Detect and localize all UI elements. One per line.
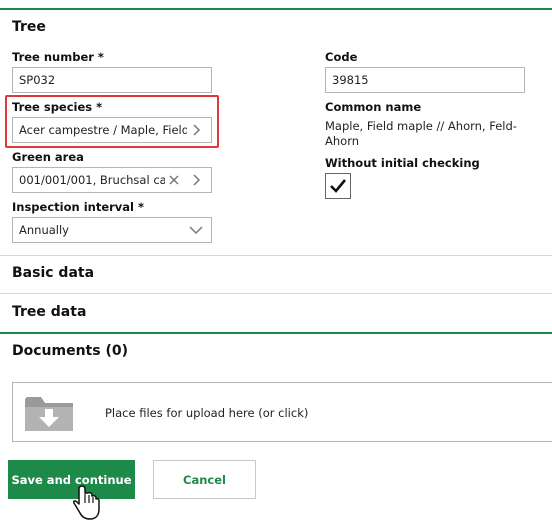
divider [0, 293, 552, 294]
without-initial-checking-checkbox[interactable] [325, 173, 351, 199]
tree-species-value: Acer campestre / Maple, Field maple [19, 123, 187, 137]
tree-species-label: Tree species * [12, 100, 103, 114]
inspection-interval-value: Annually [19, 223, 69, 237]
chevron-right-icon[interactable] [187, 121, 205, 139]
documents-divider [0, 332, 552, 334]
tree-number-label: Tree number * [12, 50, 104, 64]
code-value: 39815 [332, 73, 369, 87]
divider [0, 255, 552, 256]
code-label: Code [325, 50, 358, 64]
section-documents: Documents (0) [12, 343, 128, 359]
code-input[interactable]: 39815 [325, 67, 525, 93]
green-area-label: Green area [12, 150, 84, 164]
checkmark-icon [330, 179, 347, 193]
file-upload-dropzone[interactable]: Place files for upload here (or click) [12, 382, 552, 442]
section-basic-data[interactable]: Basic data [12, 265, 94, 281]
common-name-label: Common name [325, 100, 422, 114]
inspection-interval-label: Inspection interval * [12, 200, 145, 214]
section-title-tree: Tree [12, 19, 46, 35]
green-area-value: 001/001/001, Bruchsal castle [19, 173, 165, 187]
green-area-selector[interactable]: 001/001/001, Bruchsal castle [12, 167, 212, 193]
cancel-button[interactable]: Cancel [153, 460, 256, 499]
top-divider [0, 8, 552, 10]
without-initial-checking-label: Without initial checking [325, 156, 480, 170]
common-name-value-line2: Ahorn [325, 134, 360, 148]
inspection-interval-select[interactable]: Annually [12, 217, 212, 243]
chevron-right-icon[interactable] [187, 171, 205, 189]
tree-species-selector[interactable]: Acer campestre / Maple, Field maple [12, 117, 212, 143]
tree-number-input[interactable]: SP032 [12, 67, 212, 93]
hand-pointer-icon [73, 485, 100, 520]
common-name-value-line1: Maple, Field maple // Ahorn, Feld- [325, 119, 517, 133]
tree-number-value: SP032 [19, 73, 56, 87]
chevron-down-icon[interactable] [187, 221, 205, 239]
section-tree-data[interactable]: Tree data [12, 304, 86, 320]
folder-download-icon [25, 397, 73, 431]
dropzone-text: Place files for upload here (or click) [105, 406, 309, 420]
clear-x-icon[interactable] [165, 171, 183, 189]
